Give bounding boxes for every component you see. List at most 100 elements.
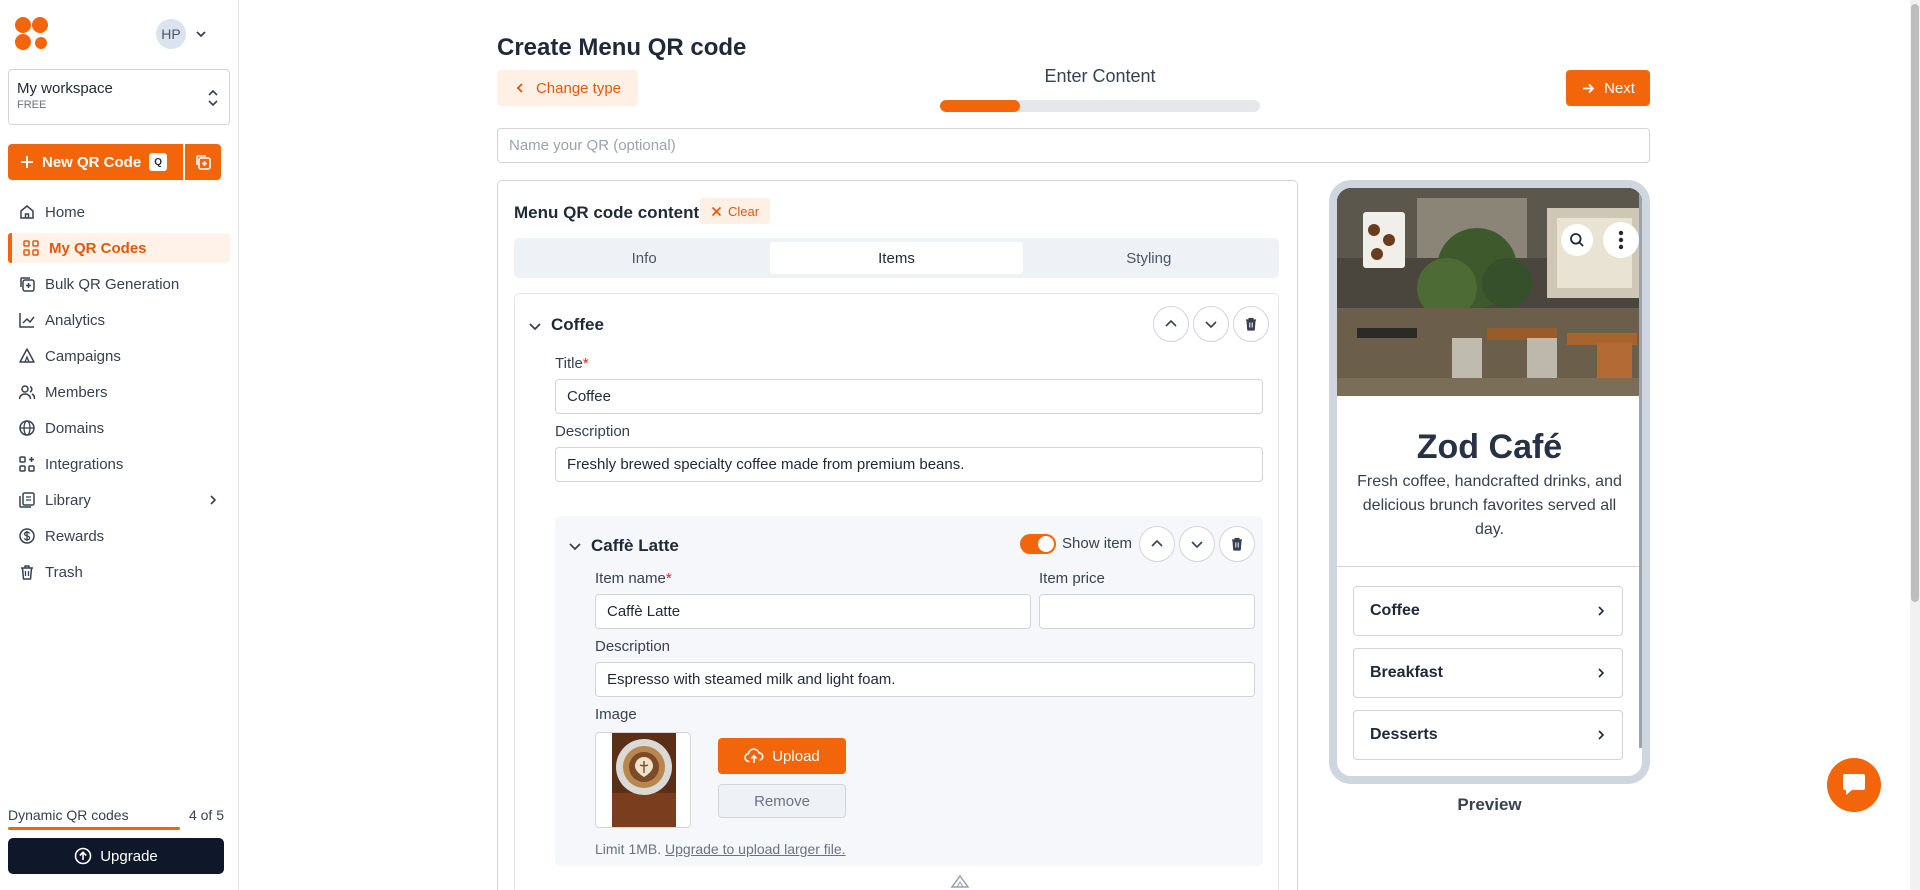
- chevron-down-icon[interactable]: [567, 538, 583, 554]
- sidebar-item-my-qr-codes[interactable]: My QR Codes: [8, 233, 230, 263]
- qr-grid-icon: [23, 240, 39, 256]
- page-scrollbar-thumb[interactable]: [1911, 4, 1919, 602]
- content-tabs: Info Items Styling: [514, 238, 1279, 278]
- tab-styling[interactable]: Styling: [1023, 242, 1275, 274]
- qr-name-input[interactable]: [497, 128, 1650, 163]
- preview-menu-desserts[interactable]: Desserts: [1353, 710, 1623, 760]
- sidebar-item-label: Domains: [45, 419, 105, 437]
- sidebar-item-library[interactable]: Library: [8, 485, 230, 515]
- move-section-down-button[interactable]: [1193, 306, 1229, 342]
- delete-section-button[interactable]: [1233, 306, 1269, 342]
- sidebar-item-rewards[interactable]: Rewards: [8, 521, 230, 551]
- step-progress-bar: [940, 100, 1260, 112]
- account-menu[interactable]: HP: [156, 19, 208, 49]
- preview-menu-coffee[interactable]: Coffee: [1353, 586, 1623, 636]
- chat-icon: [1843, 774, 1865, 795]
- sidebar-item-label: Bulk QR Generation: [45, 275, 180, 293]
- cafe-hero-image: [1337, 188, 1642, 396]
- menu-item-card: Caffè Latte Show item Item name* Caffè L…: [555, 516, 1263, 866]
- change-type-label: Change type: [535, 79, 622, 97]
- tab-items[interactable]: Items: [770, 242, 1023, 274]
- campaign-icon: [19, 348, 35, 363]
- item-description-label: Description: [595, 638, 671, 655]
- page-title: Create Menu QR code: [497, 34, 747, 61]
- cloud-upload-icon: [744, 748, 764, 763]
- next-button[interactable]: Next: [1566, 70, 1650, 106]
- copy-plus-icon: [196, 155, 211, 170]
- sidebar-item-home[interactable]: Home: [8, 197, 230, 227]
- section-title-input[interactable]: Coffee: [555, 379, 1263, 414]
- item-title: Caffè Latte: [591, 536, 679, 555]
- preview-menu-breakfast[interactable]: Breakfast: [1353, 648, 1623, 698]
- workspace-selector[interactable]: My workspace FREE: [8, 69, 230, 125]
- page-scrollbar[interactable]: [1910, 0, 1920, 890]
- chevron-down-icon[interactable]: [527, 318, 543, 334]
- change-type-button[interactable]: Change type: [497, 70, 638, 106]
- sidebar-item-bulk-qr-generation[interactable]: Bulk QR Generation: [8, 269, 230, 299]
- label-text: Title: [555, 355, 583, 372]
- step-label: Enter Content: [1044, 66, 1156, 86]
- sidebar-item-label: Trash: [45, 563, 83, 581]
- integrations-icon: [19, 456, 35, 472]
- move-item-up-button[interactable]: [1139, 526, 1175, 562]
- duplicate-qr-button[interactable]: [185, 144, 221, 180]
- sidebar-item-campaigns[interactable]: Campaigns: [8, 341, 230, 371]
- preview-search-button[interactable]: [1561, 224, 1593, 256]
- sidebar-item-domains[interactable]: Domains: [8, 413, 230, 443]
- move-section-up-button[interactable]: [1153, 306, 1189, 342]
- upgrade-button[interactable]: Upgrade: [8, 838, 224, 874]
- upload-button[interactable]: Upload: [718, 738, 846, 774]
- item-name-input[interactable]: Caffè Latte: [595, 594, 1031, 629]
- workspace-name: My workspace: [17, 80, 113, 97]
- required-marker: *: [582, 355, 589, 372]
- sidebar-item-label: My QR Codes: [49, 239, 147, 257]
- chevron-down-icon: [196, 31, 206, 38]
- usage-meter: Dynamic QR codes 4 of 5: [8, 807, 224, 823]
- workspace-plan: FREE: [17, 99, 47, 111]
- sidebar-item-label: Campaigns: [45, 347, 121, 365]
- sidebar-item-trash[interactable]: Trash: [8, 557, 230, 587]
- usage-progress-bar: [8, 827, 180, 830]
- upgrade-upload-link[interactable]: Upgrade to upload larger file.: [665, 841, 846, 857]
- collapse-arrow-icon[interactable]: [950, 873, 970, 889]
- plus-icon: [21, 156, 33, 168]
- label-text: Item name: [595, 570, 666, 587]
- move-item-down-button[interactable]: [1179, 526, 1215, 562]
- delete-item-button[interactable]: [1219, 526, 1255, 562]
- trash-icon: [1232, 537, 1242, 551]
- library-icon: [19, 492, 35, 508]
- sidebar-nav: Home My QR Codes Bulk QR Generation Anal…: [8, 197, 230, 593]
- clear-label: Clear: [727, 203, 760, 219]
- preview-more-button[interactable]: [1603, 222, 1639, 258]
- sidebar-item-members[interactable]: Members: [8, 377, 230, 407]
- show-item-toggle[interactable]: [1020, 534, 1056, 554]
- shortcut-badge: Q: [149, 153, 168, 171]
- new-qr-code-button[interactable]: New QR Code Q: [8, 144, 183, 180]
- item-image-label: Image: [595, 706, 637, 723]
- section-description-input[interactable]: Freshly brewed specialty coffee made fro…: [555, 447, 1263, 482]
- remove-image-button[interactable]: Remove: [718, 784, 846, 818]
- bulk-copy-icon: [20, 277, 35, 292]
- usage-label: Dynamic QR codes: [8, 807, 129, 823]
- item-description-input[interactable]: Espresso with steamed milk and light foa…: [595, 662, 1255, 697]
- upload-label: Upload: [772, 747, 820, 765]
- tab-info[interactable]: Info: [518, 242, 770, 274]
- section-title: Coffee: [551, 315, 604, 334]
- clear-button[interactable]: Clear: [700, 198, 770, 224]
- chevron-up-icon: [1165, 319, 1177, 327]
- sidebar-item-integrations[interactable]: Integrations: [8, 449, 230, 479]
- cafe-description: Fresh coffee, handcrafted drinks, and de…: [1357, 473, 1622, 538]
- brand-logo-icon[interactable]: [14, 16, 50, 52]
- preview-scrollbar[interactable]: [1639, 188, 1642, 748]
- preview-label: Preview: [1457, 795, 1522, 814]
- item-price-input[interactable]: [1039, 594, 1255, 629]
- usage-count: 4 of 5: [188, 807, 224, 823]
- sidebar-item-analytics[interactable]: Analytics: [8, 305, 230, 335]
- step-progress-fill: [940, 100, 1020, 112]
- chevron-left-icon: [516, 83, 523, 93]
- chat-support-button[interactable]: [1827, 758, 1881, 812]
- trash-icon: [1246, 317, 1256, 331]
- item-price-label: Item price: [1039, 570, 1105, 587]
- chevron-right-icon: [210, 495, 217, 505]
- close-icon: [711, 206, 722, 216]
